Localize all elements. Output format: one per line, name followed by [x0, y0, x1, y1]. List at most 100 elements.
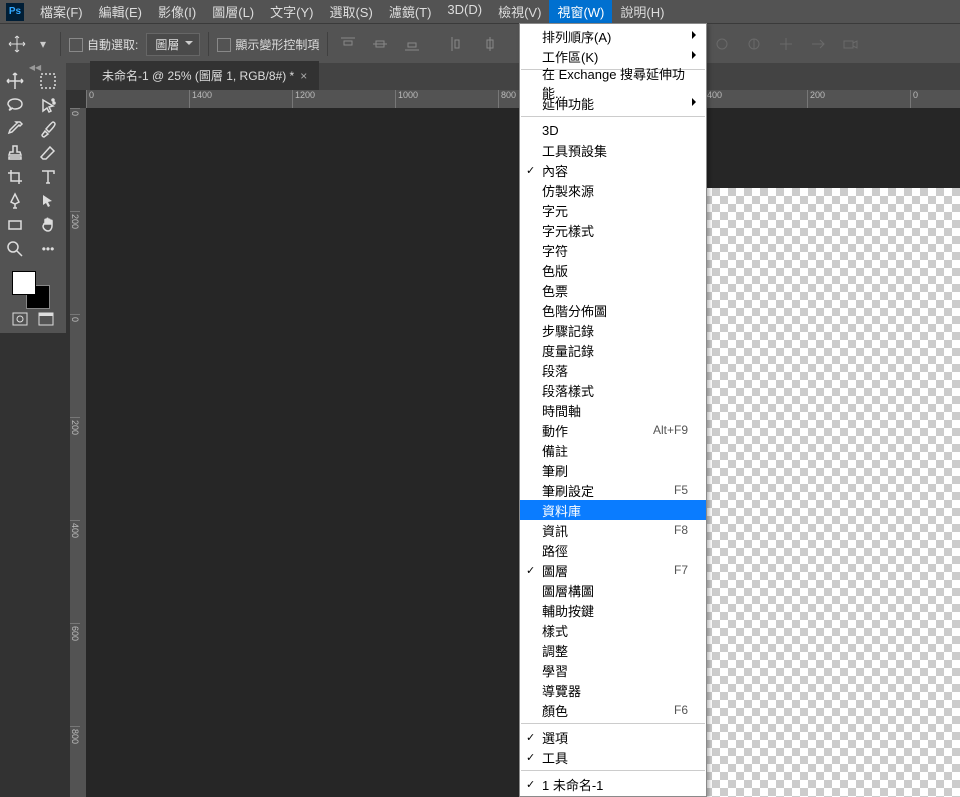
eyedropper-tool[interactable] [0, 117, 30, 141]
menu-item[interactable]: 內容 [520, 160, 706, 180]
foreground-color-swatch[interactable] [12, 271, 36, 295]
menu-編輯[interactable]: 編輯(E) [91, 0, 150, 24]
menu-item[interactable]: 學習 [520, 660, 706, 680]
stamp-tool[interactable] [0, 141, 30, 165]
quick-select-tool[interactable] [33, 93, 63, 117]
menu-item[interactable]: 工具 [520, 747, 706, 767]
transform-controls-checkbox[interactable]: 顯示變形控制項 [217, 36, 319, 53]
align-left-icon[interactable] [446, 32, 470, 56]
menu-item[interactable]: 段落 [520, 360, 706, 380]
document-canvas[interactable] [704, 188, 960, 797]
vertical-ruler: 0200020040060080010001200140016001800200… [70, 108, 86, 797]
menu-圖層[interactable]: 圖層(L) [204, 0, 262, 24]
document-tab[interactable]: 未命名-1 @ 25% (圖層 1, RGB/8#) * × [90, 61, 319, 90]
menu-item[interactable]: 輔助按鍵 [520, 600, 706, 620]
menu-item[interactable]: 1 未命名-1 [520, 774, 706, 794]
path-select-tool[interactable] [33, 189, 63, 213]
menu-item[interactable]: 3D [520, 120, 706, 140]
ruler-tick: 1000 [395, 90, 498, 108]
menu-item-label: 字符 [542, 241, 568, 260]
menu-item[interactable]: 字元 [520, 200, 706, 220]
brush-tool[interactable] [33, 117, 63, 141]
eraser-tool[interactable] [33, 141, 63, 165]
menu-item[interactable]: 字符 [520, 240, 706, 260]
menu-item[interactable]: 動作Alt+F9 [520, 420, 706, 440]
menu-item[interactable]: 樣式 [520, 620, 706, 640]
menu-item[interactable]: 段落樣式 [520, 380, 706, 400]
menu-item[interactable]: 筆刷 [520, 460, 706, 480]
menu-separator [521, 770, 705, 771]
menu-檔案[interactable]: 檔案(F) [32, 0, 91, 24]
menu-item-label: 段落 [542, 361, 568, 380]
menu-item[interactable]: 備註 [520, 440, 706, 460]
3d-camera-icon [838, 32, 862, 56]
menu-item[interactable]: 延伸功能 [520, 93, 706, 113]
menu-item[interactable]: 路徑 [520, 540, 706, 560]
close-tab-icon[interactable]: × [300, 69, 307, 83]
separator [60, 32, 61, 56]
menu-item[interactable]: 步驟記錄 [520, 320, 706, 340]
menu-3d[interactable]: 3D(D) [439, 0, 490, 24]
options-bar: ▾ 自動選取: 圖層 顯示變形控制項 ••• 3D 模式: [0, 24, 960, 65]
rectangle-tool[interactable] [0, 213, 30, 237]
align-vcenter-icon[interactable] [368, 32, 392, 56]
menu-item[interactable]: 資料庫 [520, 500, 706, 520]
menu-item[interactable]: 圖層構圖 [520, 580, 706, 600]
menu-item[interactable]: 排列順序(A) [520, 26, 706, 46]
menu-item[interactable]: 在 Exchange 搜尋延伸功能... [520, 73, 706, 93]
menu-文字[interactable]: 文字(Y) [262, 0, 321, 24]
menu-item-label: 動作 [542, 421, 568, 440]
menu-item[interactable]: 工作區(K) [520, 46, 706, 66]
lasso-tool[interactable] [0, 93, 30, 117]
menu-item[interactable]: 導覽器 [520, 680, 706, 700]
auto-select-checkbox[interactable]: 自動選取: [69, 36, 138, 53]
menu-說明[interactable]: 說明(H) [612, 0, 672, 24]
align-bottom-icon[interactable] [400, 32, 424, 56]
edit-toolbar[interactable]: ••• [33, 237, 63, 261]
menu-item[interactable]: 選項 [520, 727, 706, 747]
zoom-tool[interactable] [0, 237, 30, 261]
menu-item[interactable]: 筆刷設定F5 [520, 480, 706, 500]
menu-item[interactable]: 調整 [520, 640, 706, 660]
menu-視窗[interactable]: 視窗(W) [549, 0, 612, 24]
collapse-handle-icon[interactable]: ◀◀ [0, 63, 70, 71]
quick-mask-icon[interactable] [10, 311, 30, 327]
menu-item-label: 路徑 [542, 541, 568, 560]
menu-檢視[interactable]: 檢視(V) [490, 0, 549, 24]
menu-item[interactable]: 字元樣式 [520, 220, 706, 240]
auto-select-target-dropdown[interactable]: 圖層 [146, 33, 200, 56]
menu-item[interactable]: 度量記錄 [520, 340, 706, 360]
menu-item-label: 資料庫 [542, 501, 581, 520]
menu-item[interactable]: 圖層F7 [520, 560, 706, 580]
menu-item[interactable]: 時間軸 [520, 400, 706, 420]
marquee-tool[interactable] [33, 69, 63, 93]
menu-item[interactable]: 資訊F8 [520, 520, 706, 540]
pen-tool[interactable] [0, 189, 30, 213]
align-hcenter-icon[interactable] [478, 32, 502, 56]
menu-item-label: 字元樣式 [542, 221, 594, 240]
work-area: 未命名-1 @ 25% (圖層 1, RGB/8#) * × 014001200… [0, 63, 960, 797]
menu-item-label: 工具 [542, 748, 568, 767]
crop-tool[interactable] [0, 165, 30, 189]
align-top-icon[interactable] [336, 32, 360, 56]
menu-item-label: 筆刷設定 [542, 481, 594, 500]
menu-item[interactable]: 工具預設集 [520, 140, 706, 160]
menu-item[interactable]: 仿製來源 [520, 180, 706, 200]
menu-影像[interactable]: 影像(I) [150, 0, 204, 24]
menu-選取[interactable]: 選取(S) [321, 0, 380, 24]
hand-tool[interactable] [33, 213, 63, 237]
move-tool[interactable] [0, 69, 30, 93]
3d-pan-icon [774, 32, 798, 56]
color-swatches[interactable] [0, 267, 66, 307]
dropdown-icon[interactable]: ▾ [34, 35, 52, 53]
menu-item[interactable]: 色票 [520, 280, 706, 300]
menu-item[interactable]: 顏色F6 [520, 700, 706, 720]
menu-濾鏡[interactable]: 濾鏡(T) [381, 0, 440, 24]
type-tool[interactable] [33, 165, 63, 189]
menu-item-label: 色版 [542, 261, 568, 280]
menu-item-label: 學習 [542, 661, 568, 680]
menu-item-label: 圖層構圖 [542, 581, 594, 600]
screen-mode-icon[interactable] [36, 311, 56, 327]
menu-item[interactable]: 色階分佈圖 [520, 300, 706, 320]
menu-item[interactable]: 色版 [520, 260, 706, 280]
